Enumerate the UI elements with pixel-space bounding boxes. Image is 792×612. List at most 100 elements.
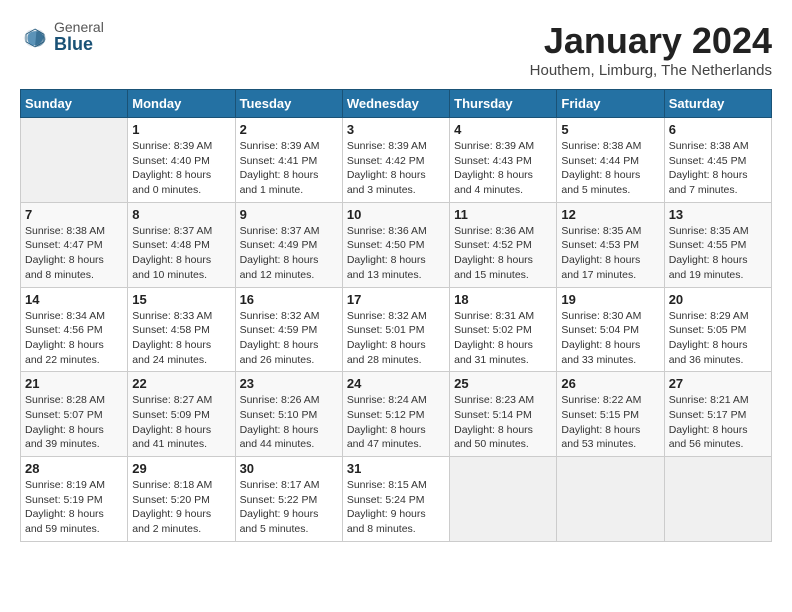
logo-text: General Blue [54,20,104,55]
day-number: 31 [347,461,445,476]
day-info: Sunrise: 8:28 AM Sunset: 5:07 PM Dayligh… [25,393,123,452]
day-number: 25 [454,376,552,391]
day-info: Sunrise: 8:35 AM Sunset: 4:53 PM Dayligh… [561,224,659,283]
location: Houthem, Limburg, The Netherlands [530,62,772,79]
calendar-cell [557,457,664,542]
calendar-cell: 20Sunrise: 8:29 AM Sunset: 5:05 PM Dayli… [664,287,771,372]
calendar-week-row: 14 Sunrise: 8:34 AM Sunset: 4:56 PM Dayli… [21,287,772,372]
day-number: 28 [25,461,123,476]
day-of-week-header: Wednesday [342,90,449,118]
day-info: Sunrise: 8:15 AM Sunset: 5:24 PM Dayligh… [347,478,445,537]
day-info: Sunrise: 8:19 AM Sunset: 5:19 PM Dayligh… [25,478,123,537]
day-info: Sunrise: 8:34 AM Sunset: 4:56 PM Dayligh… [25,309,123,368]
title-block: January 2024 Houthem, Limburg, The Nethe… [530,20,772,79]
day-info: Sunrise: 8:37 AM Sunset: 4:48 PM Dayligh… [132,224,230,283]
day-info: Sunrise: 8:23 AM Sunset: 5:14 PM Dayligh… [454,393,552,452]
calendar-cell: 4 Sunrise: 8:39 AM Sunset: 4:43 PM Daylig… [450,118,557,203]
day-info: Sunrise: 8:31 AM Sunset: 5:02 PM Dayligh… [454,309,552,368]
calendar-week-row: 7 Sunrise: 8:38 AM Sunset: 4:47 PM Daylig… [21,202,772,287]
day-info: Sunrise: 8:18 AM Sunset: 5:20 PM Dayligh… [132,478,230,537]
day-number: 16 [240,292,338,307]
day-number: 27 [669,376,767,391]
calendar-cell: 27 Sunrise: 8:21 AM Sunset: 5:17 PM Dayli… [664,372,771,457]
calendar-cell: 25 Sunrise: 8:23 AM Sunset: 5:14 PM Dayli… [450,372,557,457]
day-of-week-header: Tuesday [235,90,342,118]
calendar-cell: 31 Sunrise: 8:15 AM Sunset: 5:24 PM Dayli… [342,457,449,542]
day-number: 12 [561,207,659,222]
calendar-cell: 24Sunrise: 8:24 AM Sunset: 5:12 PM Dayli… [342,372,449,457]
calendar-table: SundayMondayTuesdayWednesdayThursdayFrid… [20,89,772,542]
day-number: 22 [132,376,230,391]
calendar-cell: 30 Sunrise: 8:17 AM Sunset: 5:22 PM Dayli… [235,457,342,542]
calendar-cell: 18 Sunrise: 8:31 AM Sunset: 5:02 PM Dayli… [450,287,557,372]
calendar-cell: 17Sunrise: 8:32 AM Sunset: 5:01 PM Dayli… [342,287,449,372]
day-number: 19 [561,292,659,307]
day-number: 3 [347,122,445,137]
calendar-cell: 5 Sunrise: 8:38 AM Sunset: 4:44 PM Daylig… [557,118,664,203]
calendar-cell: 28 Sunrise: 8:19 AM Sunset: 5:19 PM Dayli… [21,457,128,542]
calendar-cell: 29 Sunrise: 8:18 AM Sunset: 5:20 PM Dayli… [128,457,235,542]
calendar-cell [664,457,771,542]
calendar-week-row: 28 Sunrise: 8:19 AM Sunset: 5:19 PM Dayli… [21,457,772,542]
logo: General Blue [20,20,104,55]
day-info: Sunrise: 8:22 AM Sunset: 5:15 PM Dayligh… [561,393,659,452]
calendar-cell [450,457,557,542]
calendar-cell: 13 Sunrise: 8:35 AM Sunset: 4:55 PM Dayli… [664,202,771,287]
calendar-cell: 22Sunrise: 8:27 AM Sunset: 5:09 PM Dayli… [128,372,235,457]
day-number: 26 [561,376,659,391]
day-info: Sunrise: 8:37 AM Sunset: 4:49 PM Dayligh… [240,224,338,283]
logo-icon [20,23,50,53]
day-number: 13 [669,207,767,222]
day-number: 4 [454,122,552,137]
day-number: 20 [669,292,767,307]
day-info: Sunrise: 8:30 AM Sunset: 5:04 PM Dayligh… [561,309,659,368]
day-number: 30 [240,461,338,476]
day-number: 15 [132,292,230,307]
day-of-week-header: Friday [557,90,664,118]
calendar-cell: 1 Sunrise: 8:39 AM Sunset: 4:40 PM Daylig… [128,118,235,203]
day-info: Sunrise: 8:33 AM Sunset: 4:58 PM Dayligh… [132,309,230,368]
day-number: 2 [240,122,338,137]
day-number: 18 [454,292,552,307]
day-info: Sunrise: 8:38 AM Sunset: 4:45 PM Dayligh… [669,139,767,198]
calendar-cell: 6Sunrise: 8:38 AM Sunset: 4:45 PM Daylig… [664,118,771,203]
calendar-cell: 10 Sunrise: 8:36 AM Sunset: 4:50 PM Dayli… [342,202,449,287]
day-info: Sunrise: 8:21 AM Sunset: 5:17 PM Dayligh… [669,393,767,452]
page-header: General Blue January 2024 Houthem, Limbu… [20,20,772,79]
day-number: 14 [25,292,123,307]
day-info: Sunrise: 8:39 AM Sunset: 4:41 PM Dayligh… [240,139,338,198]
calendar-cell: 12 Sunrise: 8:35 AM Sunset: 4:53 PM Dayli… [557,202,664,287]
calendar-cell: 7 Sunrise: 8:38 AM Sunset: 4:47 PM Daylig… [21,202,128,287]
day-info: Sunrise: 8:39 AM Sunset: 4:40 PM Dayligh… [132,139,230,198]
calendar-week-row: 1 Sunrise: 8:39 AM Sunset: 4:40 PM Daylig… [21,118,772,203]
day-info: Sunrise: 8:26 AM Sunset: 5:10 PM Dayligh… [240,393,338,452]
day-number: 10 [347,207,445,222]
day-number: 1 [132,122,230,137]
day-info: Sunrise: 8:17 AM Sunset: 5:22 PM Dayligh… [240,478,338,537]
calendar-cell: 16 Sunrise: 8:32 AM Sunset: 4:59 PM Dayli… [235,287,342,372]
calendar-header-row: SundayMondayTuesdayWednesdayThursdayFrid… [21,90,772,118]
calendar-cell: 9Sunrise: 8:37 AM Sunset: 4:49 PM Daylig… [235,202,342,287]
day-info: Sunrise: 8:39 AM Sunset: 4:43 PM Dayligh… [454,139,552,198]
calendar-cell: 8 Sunrise: 8:37 AM Sunset: 4:48 PM Daylig… [128,202,235,287]
day-number: 7 [25,207,123,222]
day-info: Sunrise: 8:38 AM Sunset: 4:47 PM Dayligh… [25,224,123,283]
day-number: 8 [132,207,230,222]
day-info: Sunrise: 8:36 AM Sunset: 4:52 PM Dayligh… [454,224,552,283]
day-info: Sunrise: 8:38 AM Sunset: 4:44 PM Dayligh… [561,139,659,198]
day-of-week-header: Monday [128,90,235,118]
day-info: Sunrise: 8:35 AM Sunset: 4:55 PM Dayligh… [669,224,767,283]
day-number: 5 [561,122,659,137]
month-title: January 2024 [530,20,772,62]
calendar-cell: 14 Sunrise: 8:34 AM Sunset: 4:56 PM Dayli… [21,287,128,372]
day-of-week-header: Sunday [21,90,128,118]
calendar-cell: 21Sunrise: 8:28 AM Sunset: 5:07 PM Dayli… [21,372,128,457]
day-info: Sunrise: 8:36 AM Sunset: 4:50 PM Dayligh… [347,224,445,283]
calendar-cell: 19 Sunrise: 8:30 AM Sunset: 5:04 PM Dayli… [557,287,664,372]
calendar-cell [21,118,128,203]
calendar-cell: 2 Sunrise: 8:39 AM Sunset: 4:41 PM Daylig… [235,118,342,203]
day-number: 29 [132,461,230,476]
calendar-cell: 15 Sunrise: 8:33 AM Sunset: 4:58 PM Dayli… [128,287,235,372]
calendar-cell: 11Sunrise: 8:36 AM Sunset: 4:52 PM Dayli… [450,202,557,287]
day-info: Sunrise: 8:32 AM Sunset: 4:59 PM Dayligh… [240,309,338,368]
